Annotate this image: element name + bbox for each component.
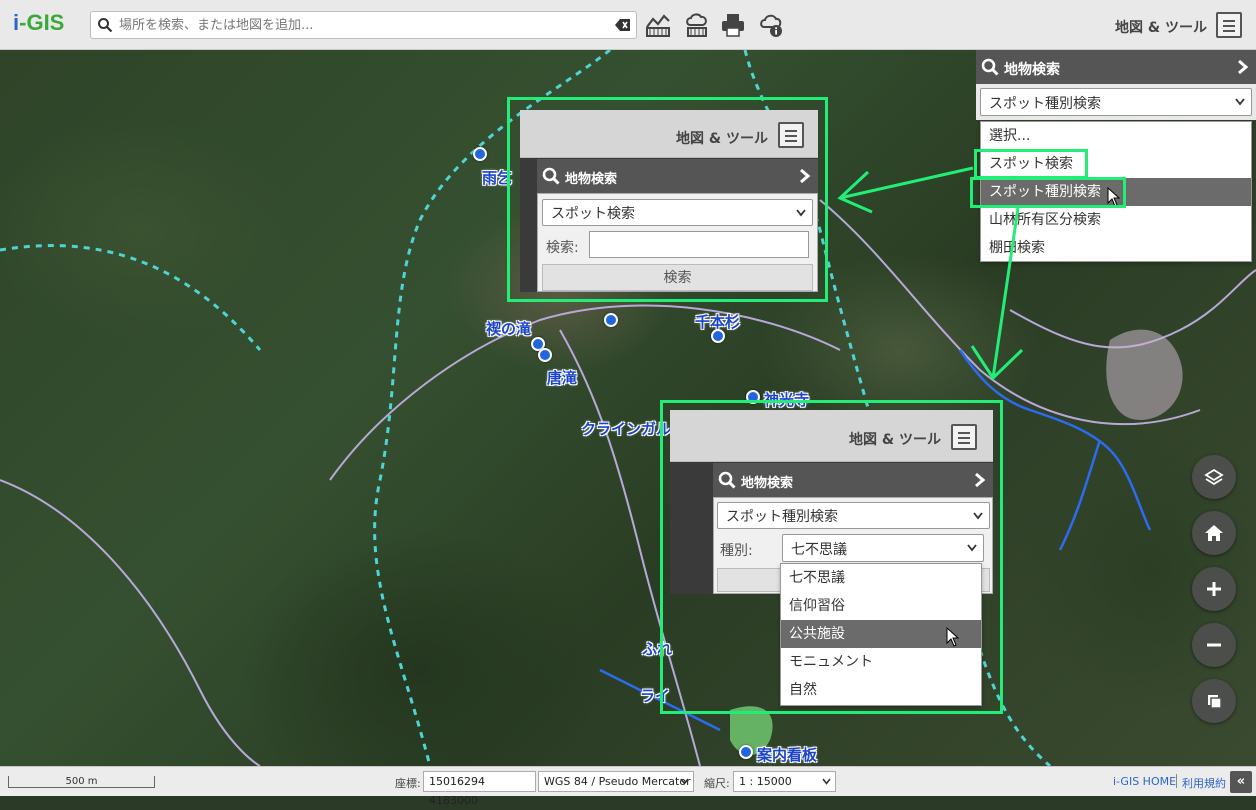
map-tools-label: 地図 & ツール bbox=[849, 432, 941, 448]
chevron-down-icon bbox=[973, 512, 983, 520]
snapshot-topbar: 地図 & ツール bbox=[520, 110, 818, 158]
callout-spot-search: 地図 & ツール 地物検索 スポット検索 検索: 検索 bbox=[507, 97, 828, 302]
menu-button bbox=[778, 122, 804, 148]
chevron-down-icon bbox=[967, 544, 977, 552]
dropdown-option: モニュメント bbox=[789, 654, 873, 670]
status-bar: 500 m 座標: 15016294 4183000 WGS 84 / Pseu… bbox=[0, 766, 1256, 807]
layers-icon bbox=[1204, 468, 1224, 486]
projection-select[interactable]: WGS 84 / Pseudo Mercator bbox=[538, 771, 694, 792]
feature-search-header: 地物検索 bbox=[713, 463, 993, 497]
search-type-select: スポット検索 bbox=[542, 199, 813, 226]
chevron-down-icon bbox=[822, 778, 831, 785]
dropdown-option: 信仰習俗 bbox=[789, 598, 845, 614]
copy-button[interactable] bbox=[1192, 679, 1236, 723]
terms-link[interactable]: 利用規約 bbox=[1182, 775, 1226, 791]
map-tools-label: 地図 & ツール bbox=[676, 131, 768, 147]
zoom-out-button[interactable] bbox=[1192, 623, 1236, 667]
search-icon bbox=[718, 471, 736, 489]
scale-field-label: 縮尺: bbox=[704, 777, 730, 790]
collapse-button[interactable]: « bbox=[1230, 771, 1252, 793]
coordinate-field[interactable]: 15016294 4183000 bbox=[423, 771, 536, 807]
dropdown-option: 自然 bbox=[789, 682, 817, 698]
search-label: 検索: bbox=[546, 240, 579, 256]
search-text-field bbox=[589, 231, 809, 258]
copy-icon bbox=[1208, 695, 1222, 709]
chevron-right-icon bbox=[800, 168, 811, 184]
menu-button bbox=[951, 424, 977, 450]
search-button: 検索 bbox=[542, 264, 813, 291]
mouse-cursor-icon bbox=[946, 627, 960, 647]
home-button[interactable] bbox=[1192, 511, 1236, 555]
home-icon bbox=[1205, 525, 1223, 541]
coordinate-label: 座標: bbox=[395, 777, 421, 790]
zoom-in-icon bbox=[1207, 582, 1221, 596]
zoom-in-button[interactable] bbox=[1192, 567, 1236, 611]
callout-snapshot: 地図 & ツール 地物検索 スポット検索 検索: 検索 bbox=[520, 110, 818, 292]
divider bbox=[1176, 774, 1177, 788]
type-select: 七不思議 bbox=[782, 534, 984, 562]
scale-bar: 500 m bbox=[8, 776, 155, 788]
feature-search-title: 地物検索 bbox=[565, 172, 618, 187]
zoom-out-icon bbox=[1207, 643, 1221, 647]
feature-search-header: 地物検索 bbox=[537, 159, 818, 193]
chevron-right-icon bbox=[975, 472, 986, 488]
dropdown-option: 七不思議 bbox=[789, 570, 845, 586]
type-label: 種別: bbox=[720, 543, 753, 559]
feature-search-title: 地物検索 bbox=[741, 476, 794, 491]
search-icon bbox=[542, 167, 560, 185]
callout-type-search: 地図 & ツール 地物検索 スポット種別検索 種別: 七不思議 七不思議 信仰習… bbox=[660, 400, 1003, 714]
snapshot-panel-body: スポット検索 検索: 検索 bbox=[537, 193, 818, 292]
snapshot-topbar: 地図 & ツール bbox=[670, 410, 993, 462]
chevron-down-icon bbox=[796, 209, 806, 217]
layers-button[interactable] bbox=[1192, 455, 1236, 499]
home-link[interactable]: i-GIS HOME bbox=[1113, 775, 1176, 788]
chevron-down-icon bbox=[680, 778, 689, 785]
scale-bar-label: 500 m bbox=[65, 776, 98, 787]
scale-select[interactable]: 1 : 15000 bbox=[733, 771, 836, 792]
search-type-select: スポット種別検索 bbox=[717, 502, 990, 529]
